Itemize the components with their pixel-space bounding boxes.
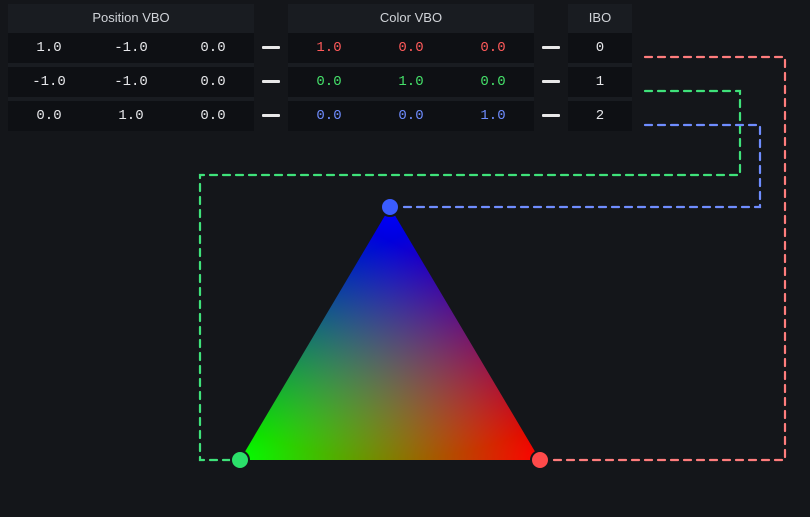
pos-cell: 0.0	[172, 101, 254, 131]
connector-icon	[542, 32, 560, 62]
connector-icon	[542, 66, 560, 96]
color-cell: 0.0	[452, 67, 534, 97]
vertex-dots	[231, 198, 549, 469]
position-vbo-table: Position VBO 1.0 -1.0 0.0 -1.0 -1.0 0.0 …	[8, 4, 254, 131]
pos-cell: 0.0	[172, 67, 254, 97]
connector-icon	[542, 100, 560, 130]
table-row: 0	[568, 33, 632, 63]
path-ibo-1-to-green	[200, 91, 740, 460]
pos-cell: -1.0	[90, 67, 172, 97]
table-row: 0.0 1.0 0.0	[8, 101, 254, 131]
table-row: 0.0 1.0 0.0	[288, 67, 534, 97]
color-cell: 1.0	[452, 101, 534, 131]
table-row: 1.0 -1.0 0.0	[8, 33, 254, 63]
color-vbo-table: Color VBO 1.0 0.0 0.0 0.0 1.0 0.0 0.0 0.…	[288, 4, 534, 131]
ibo-table: IBO 0 1 2	[568, 4, 632, 131]
table-row: -1.0 -1.0 0.0	[8, 67, 254, 97]
pos-cell: -1.0	[90, 33, 172, 63]
buffer-tables: Position VBO 1.0 -1.0 0.0 -1.0 -1.0 0.0 …	[8, 4, 632, 131]
rgb-triangle	[240, 207, 540, 460]
pos-cell: 0.0	[172, 33, 254, 63]
connector-group	[262, 4, 280, 130]
ibo-cell: 0	[568, 33, 632, 63]
pos-cell: -1.0	[8, 67, 90, 97]
pos-cell: 1.0	[8, 33, 90, 63]
vertex-dot-top	[381, 198, 399, 216]
connector-icon	[262, 100, 280, 130]
pos-cell: 0.0	[8, 101, 90, 131]
table-row: 0.0 0.0 1.0	[288, 101, 534, 131]
color-cell: 1.0	[288, 33, 370, 63]
color-cell: 1.0	[370, 67, 452, 97]
ibo-cell: 1	[568, 67, 632, 97]
pos-cell: 1.0	[90, 101, 172, 131]
ibo-cell: 2	[568, 101, 632, 131]
table-row: 2	[568, 101, 632, 131]
vertex-dot-right	[531, 451, 549, 469]
color-cell: 0.0	[370, 33, 452, 63]
color-vbo-header: Color VBO	[288, 4, 534, 33]
connector-icon	[262, 32, 280, 62]
path-ibo-2-to-blue	[400, 125, 760, 207]
table-row: 1.0 0.0 0.0	[288, 33, 534, 63]
color-cell: 0.0	[370, 101, 452, 131]
vertex-dot-left	[231, 451, 249, 469]
table-row: 1	[568, 67, 632, 97]
position-vbo-header: Position VBO	[8, 4, 254, 33]
color-cell: 0.0	[288, 101, 370, 131]
color-cell: 0.0	[288, 67, 370, 97]
ibo-header: IBO	[568, 4, 632, 33]
color-cell: 0.0	[452, 33, 534, 63]
connector-icon	[262, 66, 280, 96]
connector-group	[542, 4, 560, 130]
